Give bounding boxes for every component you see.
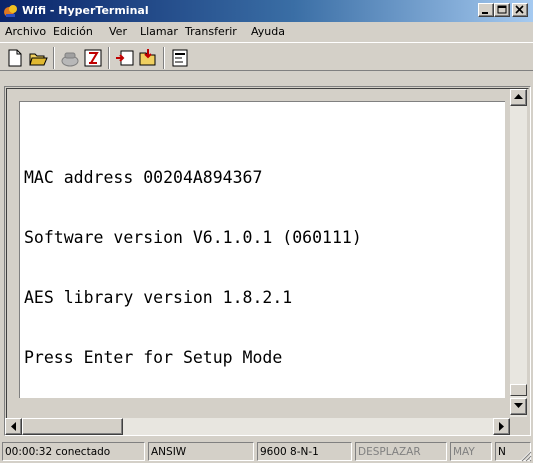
toolbar-separator (108, 47, 110, 69)
properties-icon[interactable] (170, 48, 190, 68)
toolbar-separator (163, 47, 165, 69)
phone-icon[interactable] (60, 48, 80, 68)
scrollbar-corner (510, 418, 527, 435)
status-port-settings: 9600 8-N-1 (257, 442, 352, 461)
toolbar (0, 42, 533, 71)
status-emulation: ANSIW (148, 442, 254, 461)
terminal-line: Press Enter for Setup Mode (24, 348, 283, 367)
close-button[interactable] (512, 3, 528, 17)
menu-edicion[interactable]: Edición (53, 25, 93, 38)
hyperterminal-window: Wifi - HyperTerminal Archivo Edición Ver… (0, 0, 533, 463)
scroll-right-button[interactable] (493, 418, 510, 435)
vertical-scrollbar[interactable] (510, 89, 527, 417)
minimize-button[interactable] (478, 3, 494, 17)
scroll-left-button[interactable] (5, 418, 22, 435)
disconnect-icon[interactable] (83, 48, 103, 68)
new-connection-icon[interactable] (5, 48, 25, 68)
horizontal-scroll-thumb[interactable] (22, 418, 123, 435)
receive-icon[interactable] (138, 48, 158, 68)
menu-ayuda[interactable]: Ayuda (251, 25, 285, 38)
title-bar[interactable]: Wifi - HyperTerminal (0, 0, 533, 22)
maximize-button[interactable] (494, 3, 510, 17)
status-scroll: DESPLAZAR (355, 442, 447, 461)
terminal-line: MAC address 00204A894367 (24, 168, 263, 187)
menu-transferir[interactable]: Transferir (185, 25, 237, 38)
window-title: Wifi - HyperTerminal (22, 4, 149, 17)
terminal-line: AES library version 1.8.2.1 (24, 288, 293, 307)
open-folder-icon[interactable] (28, 48, 48, 68)
vertical-scroll-thumb[interactable] (510, 384, 527, 396)
scroll-up-button[interactable] (510, 89, 527, 106)
resize-grip-icon[interactable] (518, 448, 532, 462)
menu-llamar[interactable]: Llamar (140, 25, 178, 38)
menu-ver[interactable]: Ver (109, 25, 127, 38)
status-caps: MAY (450, 442, 492, 461)
send-icon[interactable] (115, 48, 135, 68)
terminal-output[interactable]: MAC address 00204A894367 Software versio… (24, 128, 504, 408)
scroll-down-button[interactable] (510, 398, 527, 415)
toolbar-separator (53, 47, 55, 69)
menu-bar: Archivo Edición Ver Llamar Transferir Ay… (0, 22, 533, 41)
menu-archivo[interactable]: Archivo (5, 25, 46, 38)
status-bar: 00:00:32 conectado ANSIW 9600 8-N-1 DESP… (0, 440, 533, 463)
status-connection: 00:00:32 conectado (2, 442, 145, 461)
terminal-line: Software version V6.1.0.1 (060111) (24, 228, 362, 247)
hyperterminal-icon[interactable] (3, 3, 19, 19)
